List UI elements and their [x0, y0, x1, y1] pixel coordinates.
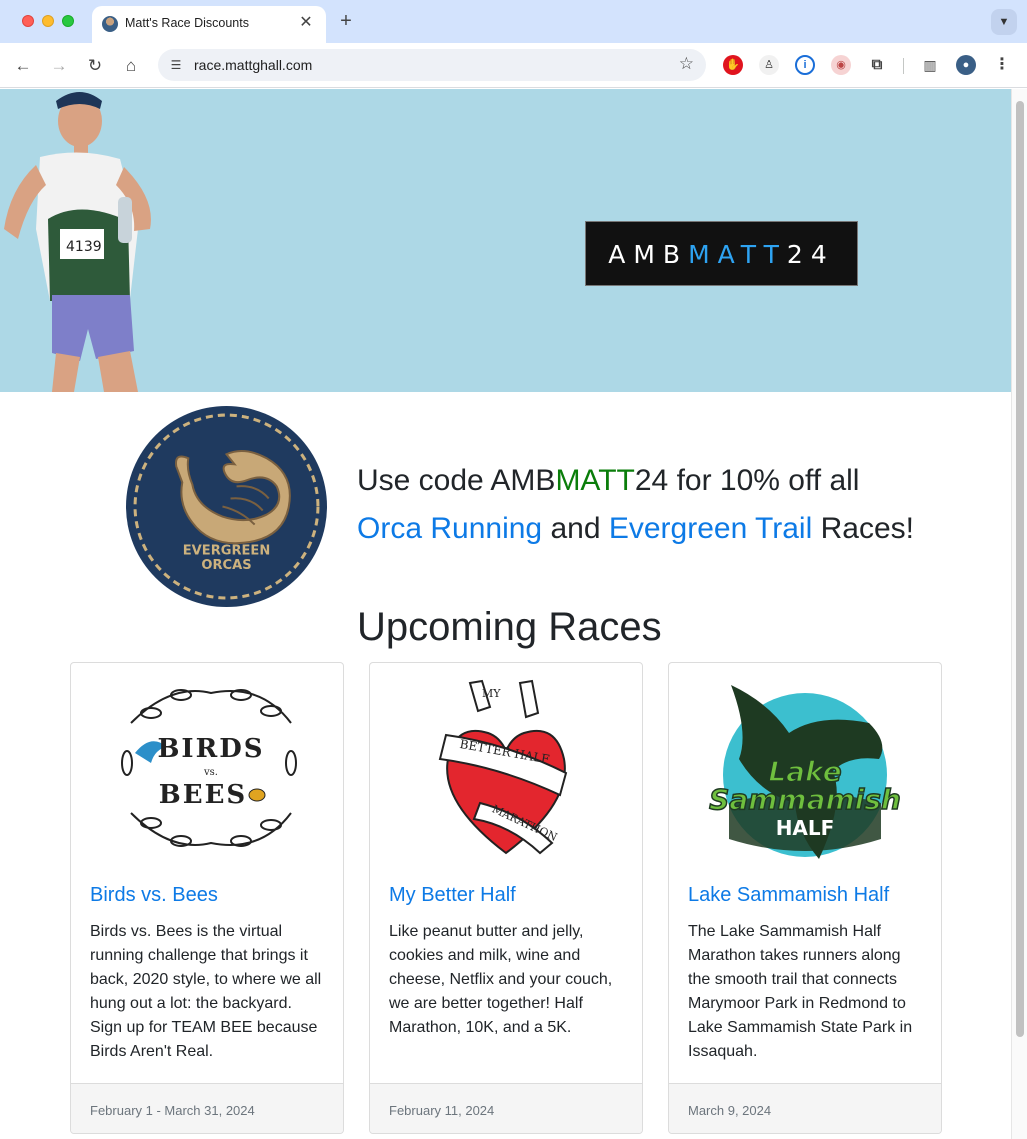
card-title[interactable]: My Better Half: [389, 884, 516, 907]
card-date: February 1 - March 31, 2024: [90, 1103, 255, 1118]
card-description: The Lake Sammamish Half Marathon takes r…: [688, 923, 913, 1060]
active-tab[interactable]: Matt's Race Discounts ✕: [92, 6, 326, 43]
home-icon[interactable]: ⌂: [118, 53, 144, 79]
card-footer: February 11, 2024: [370, 1083, 642, 1133]
back-arrow-icon[interactable]: ←: [10, 53, 36, 79]
card-footer: March 9, 2024: [669, 1083, 941, 1133]
card-description: Birds vs. Bees is the virtual running ch…: [90, 923, 322, 1060]
side-panel-icon[interactable]: ▥: [920, 55, 940, 75]
card-date: March 9, 2024: [688, 1103, 772, 1118]
tab-close-icon[interactable]: ✕: [296, 13, 316, 33]
orca-logo-line1: EVERGREEN: [183, 544, 270, 559]
code-part-matt: MATT: [688, 240, 787, 269]
runner-photo: 4139: [4, 92, 151, 392]
promo-and: and: [542, 512, 609, 545]
code-part-24: 24: [786, 240, 835, 269]
promo-end: Races!: [812, 512, 914, 545]
code-part-amb: AMB: [608, 240, 689, 269]
better-half-logo-line1: MY: [482, 687, 501, 700]
birds-logo-line3: BEES: [159, 780, 247, 810]
card-title[interactable]: Lake Sammamish Half: [688, 884, 889, 907]
tab-title: Matt's Race Discounts: [125, 16, 249, 30]
race-card-my-better-half[interactable]: MY BETTER HALF MARATHON My Better Half L…: [369, 662, 643, 1134]
orca-logo-line2: ORCAS: [201, 558, 251, 573]
birds-logo-line2: vs.: [203, 767, 218, 778]
browser-window: Matt's Race Discounts ✕ + ▼ ← → ↻ ⌂ ☰ ra…: [0, 0, 1027, 1139]
lake-sammamish-half-logo: Lake Sammamish HALF: [708, 685, 902, 859]
promo-suffix: 24 for 10% off all: [634, 464, 860, 497]
maximize-window-button[interactable]: [62, 15, 74, 27]
evergreen-trail-link[interactable]: Evergreen Trail: [609, 512, 812, 545]
page-viewport: 4139 AMBMATT24 EVERGREEN ORCAS Use code …: [0, 89, 1011, 1139]
card-footer: February 1 - March 31, 2024: [71, 1083, 343, 1133]
my-better-half-logo: MY BETTER HALF MARATHON: [438, 679, 568, 855]
svg-text:4139: 4139: [66, 239, 102, 255]
new-tab-button[interactable]: +: [335, 10, 357, 32]
tab-search-chevron-icon[interactable]: ▼: [991, 9, 1017, 35]
forward-arrow-icon[interactable]: →: [46, 53, 72, 79]
person-extension-icon[interactable]: ♙: [759, 55, 779, 75]
pig-extension-icon[interactable]: ◉: [831, 55, 851, 75]
profile-avatar-icon[interactable]: ●: [956, 55, 976, 75]
orca-running-link[interactable]: Orca Running: [357, 512, 542, 545]
race-card-birds-vs-bees[interactable]: BIRDS vs. BEES Birds vs. Bees Birds vs. …: [70, 662, 344, 1134]
promo-prefix: Use code AMB: [357, 464, 556, 497]
card-date: February 11, 2024: [389, 1103, 495, 1118]
birds-vs-bees-logo: BIRDS vs. BEES: [121, 689, 297, 847]
browser-toolbar: ← → ↻ ⌂ ☰ race.mattghall.com ☆ ✋ ♙ i ◉ ⧉…: [0, 43, 1027, 88]
tab-favicon-icon: [102, 16, 118, 32]
promo-text: Use code AMBMATT24 for 10% off all Orca R…: [357, 457, 957, 553]
site-settings-icon[interactable]: ☰: [167, 56, 185, 74]
scrollbar-thumb[interactable]: [1016, 101, 1024, 1037]
race-card-lake-sammamish-half[interactable]: Lake Sammamish HALF Lake Sammamish Half …: [668, 662, 942, 1134]
promo-code-green: MATT: [555, 464, 635, 497]
section-title: Upcoming Races: [357, 605, 662, 649]
password-manager-extension-icon[interactable]: i: [795, 55, 815, 75]
more-menu-icon[interactable]: ⋮: [992, 55, 1012, 75]
address-bar[interactable]: ☰ race.mattghall.com ☆: [158, 49, 706, 81]
evergreen-orcas-logo: EVERGREEN ORCAS: [126, 406, 327, 607]
card-description: Like peanut butter and jelly, cookies an…: [389, 923, 613, 1036]
card-title[interactable]: Birds vs. Bees: [90, 884, 218, 907]
bookmark-star-icon[interactable]: ☆: [679, 54, 694, 74]
vertical-scrollbar[interactable]: [1011, 89, 1027, 1139]
tab-strip: Matt's Race Discounts ✕ + ▼: [0, 0, 1027, 43]
minimize-window-button[interactable]: [42, 15, 54, 27]
reload-icon[interactable]: ↻: [82, 53, 108, 79]
url-text[interactable]: race.mattghall.com: [194, 57, 312, 73]
toolbar-divider: [903, 58, 904, 74]
birds-logo-line1: BIRDS: [157, 734, 264, 764]
close-window-button[interactable]: [22, 15, 34, 27]
promo-code-box: AMBMATT24: [585, 221, 858, 286]
sammamish-logo-line2: Sammamish: [709, 783, 901, 816]
sammamish-logo-line3: HALF: [776, 816, 835, 840]
extensions-puzzle-icon[interactable]: ⧉: [867, 55, 887, 75]
adblock-extension-icon[interactable]: ✋: [723, 55, 743, 75]
hero-banner: 4139 AMBMATT24: [0, 89, 1011, 392]
